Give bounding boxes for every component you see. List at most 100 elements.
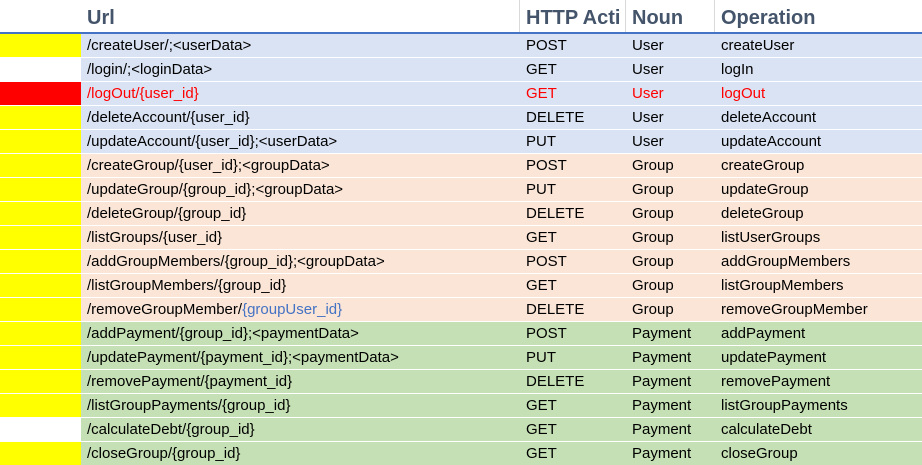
noun-cell[interactable]: User xyxy=(626,82,715,105)
operation-cell[interactable]: listGroupMembers xyxy=(715,274,922,297)
row-marker-cell[interactable] xyxy=(0,250,81,273)
operation-cell[interactable]: addPayment xyxy=(715,322,922,345)
url-cell[interactable]: /addPayment/{group_id};<paymentData> xyxy=(81,322,520,345)
row-marker-cell[interactable] xyxy=(0,322,81,345)
row-marker-cell[interactable] xyxy=(0,394,81,417)
url-cell[interactable]: /logOut/{user_id} xyxy=(81,82,520,105)
operation-cell[interactable]: updateGroup xyxy=(715,178,922,201)
http-action-cell[interactable]: GET xyxy=(520,394,626,417)
url-cell[interactable]: /login/;<loginData> xyxy=(81,58,520,81)
row-marker-cell[interactable] xyxy=(0,418,81,441)
http-action-cell[interactable]: PUT xyxy=(520,178,626,201)
url-cell[interactable]: /deleteGroup/{group_id} xyxy=(81,202,520,225)
operation-cell[interactable]: updateAccount xyxy=(715,130,922,153)
http-action-cell[interactable]: GET xyxy=(520,58,626,81)
operation-cell[interactable]: listGroupPayments xyxy=(715,394,922,417)
http-action-cell[interactable]: PUT xyxy=(520,130,626,153)
header-http-action[interactable]: HTTP Acti xyxy=(520,0,626,32)
operation-cell[interactable]: calculateDebt xyxy=(715,418,922,441)
http-action-cell[interactable]: POST xyxy=(520,154,626,177)
operation-cell[interactable]: removePayment xyxy=(715,370,922,393)
row-marker-cell[interactable] xyxy=(0,202,81,225)
noun-cell[interactable]: Group xyxy=(626,178,715,201)
http-action-cell[interactable]: DELETE xyxy=(520,370,626,393)
operation-cell[interactable]: logIn xyxy=(715,58,922,81)
row-marker-cell[interactable] xyxy=(0,346,81,369)
row-marker-cell[interactable] xyxy=(0,106,81,129)
url-cell[interactable]: /updateGroup/{group_id};<groupData> xyxy=(81,178,520,201)
url-cell[interactable]: /listGroupPayments/{group_id} xyxy=(81,394,520,417)
noun-cell[interactable]: Group xyxy=(626,274,715,297)
http-action-cell[interactable]: GET xyxy=(520,274,626,297)
row-marker-cell[interactable] xyxy=(0,82,81,105)
noun-cell-text: Group xyxy=(632,157,674,174)
http-action-cell-text: POST xyxy=(526,37,567,54)
row-marker-cell[interactable] xyxy=(0,178,81,201)
noun-cell[interactable]: Payment xyxy=(626,442,715,465)
url-cell[interactable]: /removeGroupMember/{groupUser_id} xyxy=(81,298,520,321)
row-marker-cell[interactable] xyxy=(0,298,81,321)
operation-cell[interactable]: createGroup xyxy=(715,154,922,177)
noun-cell[interactable]: Payment xyxy=(626,418,715,441)
http-action-cell[interactable]: PUT xyxy=(520,346,626,369)
url-cell[interactable]: /createUser/;<userData> xyxy=(81,34,520,57)
header-noun[interactable]: Noun xyxy=(626,0,715,32)
http-action-cell[interactable]: GET xyxy=(520,226,626,249)
operation-cell[interactable]: deleteGroup xyxy=(715,202,922,225)
operation-cell-text: logIn xyxy=(721,61,754,78)
noun-cell[interactable]: Payment xyxy=(626,394,715,417)
operation-cell[interactable]: deleteAccount xyxy=(715,106,922,129)
url-cell[interactable]: /closeGroup/{group_id} xyxy=(81,442,520,465)
http-action-cell[interactable]: POST xyxy=(520,250,626,273)
url-cell[interactable]: /listGroupMembers/{group_id} xyxy=(81,274,520,297)
row-marker-cell[interactable] xyxy=(0,154,81,177)
noun-cell[interactable]: Group xyxy=(626,202,715,225)
row-marker-cell[interactable] xyxy=(0,274,81,297)
noun-cell[interactable]: Group xyxy=(626,298,715,321)
header-operation[interactable]: Operation xyxy=(715,0,922,32)
noun-cell[interactable]: Group xyxy=(626,226,715,249)
noun-cell[interactable]: User xyxy=(626,106,715,129)
url-cell[interactable]: /createGroup/{user_id};<groupData> xyxy=(81,154,520,177)
http-action-cell[interactable]: GET xyxy=(520,442,626,465)
noun-cell[interactable]: Payment xyxy=(626,322,715,345)
http-action-cell[interactable]: DELETE xyxy=(520,298,626,321)
http-action-cell[interactable]: POST xyxy=(520,34,626,57)
http-action-cell[interactable]: GET xyxy=(520,82,626,105)
operation-cell[interactable]: logOut xyxy=(715,82,922,105)
operation-cell[interactable]: createUser xyxy=(715,34,922,57)
operation-cell[interactable]: updatePayment xyxy=(715,346,922,369)
http-action-cell[interactable]: GET xyxy=(520,418,626,441)
noun-cell[interactable]: User xyxy=(626,130,715,153)
operation-cell[interactable]: closeGroup xyxy=(715,442,922,465)
noun-cell[interactable]: User xyxy=(626,34,715,57)
http-action-cell[interactable]: DELETE xyxy=(520,106,626,129)
operation-cell[interactable]: listUserGroups xyxy=(715,226,922,249)
url-cell[interactable]: /updatePayment/{payment_id};<paymentData… xyxy=(81,346,520,369)
url-cell[interactable]: /updateAccount/{user_id};<userData> xyxy=(81,130,520,153)
http-action-cell-text: GET xyxy=(526,421,557,438)
row-marker-cell[interactable] xyxy=(0,34,81,57)
url-cell[interactable]: /calculateDebt/{group_id} xyxy=(81,418,520,441)
operation-cell-text: logOut xyxy=(721,85,766,102)
http-action-cell[interactable]: POST xyxy=(520,322,626,345)
http-action-cell[interactable]: DELETE xyxy=(520,202,626,225)
noun-cell[interactable]: Group xyxy=(626,250,715,273)
header-marker-cell[interactable] xyxy=(0,0,81,32)
noun-cell[interactable]: Payment xyxy=(626,370,715,393)
row-marker-cell[interactable] xyxy=(0,370,81,393)
url-cell[interactable]: /removePayment/{payment_id} xyxy=(81,370,520,393)
operation-cell[interactable]: removeGroupMember xyxy=(715,298,922,321)
row-marker-cell[interactable] xyxy=(0,226,81,249)
noun-cell[interactable]: Payment xyxy=(626,346,715,369)
operation-cell[interactable]: addGroupMembers xyxy=(715,250,922,273)
url-cell[interactable]: /deleteAccount/{user_id} xyxy=(81,106,520,129)
row-marker-cell[interactable] xyxy=(0,130,81,153)
header-url[interactable]: Url xyxy=(81,0,520,32)
row-marker-cell[interactable] xyxy=(0,58,81,81)
url-cell[interactable]: /listGroups/{user_id} xyxy=(81,226,520,249)
noun-cell[interactable]: Group xyxy=(626,154,715,177)
row-marker-cell[interactable] xyxy=(0,442,81,465)
url-cell[interactable]: /addGroupMembers/{group_id};<groupData> xyxy=(81,250,520,273)
noun-cell[interactable]: User xyxy=(626,58,715,81)
